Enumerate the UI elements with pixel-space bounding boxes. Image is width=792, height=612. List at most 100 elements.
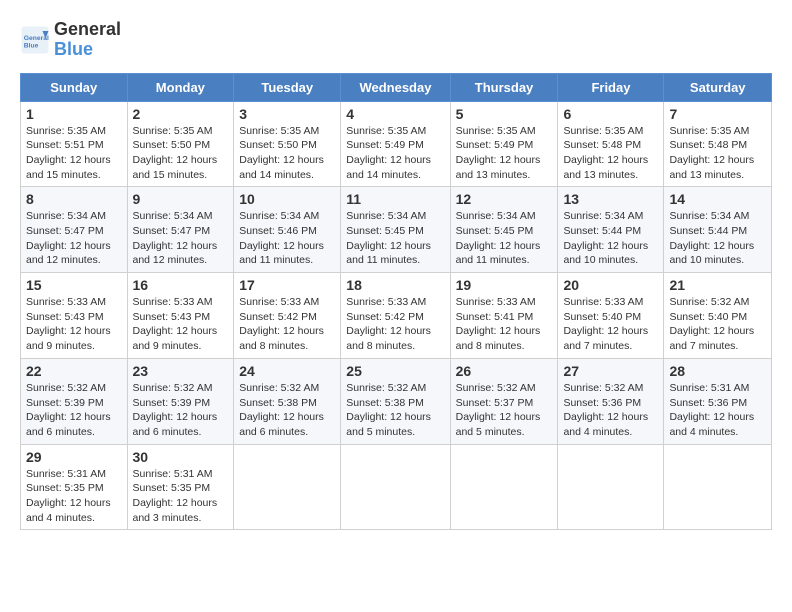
calendar-cell: 13 Sunrise: 5:34 AMSunset: 5:44 PMDayligh… (558, 187, 664, 273)
day-number: 25 (346, 363, 444, 379)
day-info: Sunrise: 5:31 AMSunset: 5:35 PMDaylight:… (133, 467, 229, 526)
day-number: 30 (133, 449, 229, 465)
day-info: Sunrise: 5:33 AMSunset: 5:42 PMDaylight:… (346, 295, 444, 354)
calendar-cell: 20 Sunrise: 5:33 AMSunset: 5:40 PMDayligh… (558, 273, 664, 359)
day-number: 2 (133, 106, 229, 122)
day-number: 21 (669, 277, 766, 293)
calendar-cell: 5 Sunrise: 5:35 AMSunset: 5:49 PMDaylight… (450, 101, 558, 187)
calendar-cell: 8 Sunrise: 5:34 AMSunset: 5:47 PMDaylight… (21, 187, 128, 273)
day-number: 13 (563, 191, 658, 207)
day-number: 15 (26, 277, 122, 293)
day-header-friday: Friday (558, 73, 664, 101)
day-info: Sunrise: 5:32 AMSunset: 5:37 PMDaylight:… (456, 381, 553, 440)
day-info: Sunrise: 5:35 AMSunset: 5:49 PMDaylight:… (456, 124, 553, 183)
day-info: Sunrise: 5:35 AMSunset: 5:50 PMDaylight:… (239, 124, 335, 183)
calendar-cell: 14Sunrise: 5:34 AMSunset: 5:44 PMDayligh… (664, 187, 772, 273)
day-info: Sunrise: 5:32 AMSunset: 5:39 PMDaylight:… (26, 381, 122, 440)
calendar-cell: 11Sunrise: 5:34 AMSunset: 5:45 PMDayligh… (341, 187, 450, 273)
day-info: Sunrise: 5:35 AMSunset: 5:49 PMDaylight:… (346, 124, 444, 183)
day-info: Sunrise: 5:32 AMSunset: 5:36 PMDaylight:… (563, 381, 658, 440)
day-number: 19 (456, 277, 553, 293)
day-info: Sunrise: 5:32 AMSunset: 5:40 PMDaylight:… (669, 295, 766, 354)
logo: General Blue General Blue (20, 20, 121, 60)
logo-text: General Blue (54, 20, 121, 60)
day-number: 8 (26, 191, 122, 207)
calendar-cell: 17 Sunrise: 5:33 AMSunset: 5:42 PMDayligh… (234, 273, 341, 359)
calendar-table: SundayMondayTuesdayWednesdayThursdayFrid… (20, 73, 772, 531)
day-number: 28 (669, 363, 766, 379)
calendar-cell: 2 Sunrise: 5:35 AMSunset: 5:50 PMDaylight… (127, 101, 234, 187)
calendar-cell: 4 Sunrise: 5:35 AMSunset: 5:49 PMDaylight… (341, 101, 450, 187)
day-header-saturday: Saturday (664, 73, 772, 101)
calendar-cell: 15 Sunrise: 5:33 AMSunset: 5:43 PMDayligh… (21, 273, 128, 359)
day-number: 23 (133, 363, 229, 379)
day-info: Sunrise: 5:35 AMSunset: 5:51 PMDaylight:… (26, 124, 122, 183)
day-header-monday: Monday (127, 73, 234, 101)
day-info: Sunrise: 5:35 AMSunset: 5:48 PMDaylight:… (669, 124, 766, 183)
calendar-cell (558, 444, 664, 530)
day-info: Sunrise: 5:34 AMSunset: 5:47 PMDaylight:… (133, 209, 229, 268)
day-info: Sunrise: 5:35 AMSunset: 5:50 PMDaylight:… (133, 124, 229, 183)
day-info: Sunrise: 5:33 AMSunset: 5:41 PMDaylight:… (456, 295, 553, 354)
day-info: Sunrise: 5:34 AMSunset: 5:44 PMDaylight:… (563, 209, 658, 268)
calendar-cell: 18 Sunrise: 5:33 AMSunset: 5:42 PMDayligh… (341, 273, 450, 359)
calendar-cell: 16 Sunrise: 5:33 AMSunset: 5:43 PMDayligh… (127, 273, 234, 359)
day-header-wednesday: Wednesday (341, 73, 450, 101)
day-number: 4 (346, 106, 444, 122)
calendar-cell: 9 Sunrise: 5:34 AMSunset: 5:47 PMDaylight… (127, 187, 234, 273)
day-info: Sunrise: 5:31 AMSunset: 5:35 PMDaylight:… (26, 467, 122, 526)
day-number: 22 (26, 363, 122, 379)
calendar-cell: 21 Sunrise: 5:32 AMSunset: 5:40 PMDayligh… (664, 273, 772, 359)
day-number: 26 (456, 363, 553, 379)
day-number: 17 (239, 277, 335, 293)
day-info: Sunrise: 5:33 AMSunset: 5:43 PMDaylight:… (26, 295, 122, 354)
calendar-cell (341, 444, 450, 530)
calendar-cell: 24 Sunrise: 5:32 AMSunset: 5:38 PMDayligh… (234, 358, 341, 444)
day-number: 29 (26, 449, 122, 465)
day-number: 10 (239, 191, 335, 207)
calendar-cell: 7 Sunrise: 5:35 AMSunset: 5:48 PMDaylight… (664, 101, 772, 187)
day-number: 5 (456, 106, 553, 122)
calendar-cell (450, 444, 558, 530)
calendar-cell: 25 Sunrise: 5:32 AMSunset: 5:38 PMDayligh… (341, 358, 450, 444)
calendar-cell: 23 Sunrise: 5:32 AMSunset: 5:39 PMDayligh… (127, 358, 234, 444)
day-number: 7 (669, 106, 766, 122)
day-info: Sunrise: 5:33 AMSunset: 5:40 PMDaylight:… (563, 295, 658, 354)
day-number: 20 (563, 277, 658, 293)
day-info: Sunrise: 5:31 AMSunset: 5:36 PMDaylight:… (669, 381, 766, 440)
calendar-cell: 1 Sunrise: 5:35 AMSunset: 5:51 PMDaylight… (21, 101, 128, 187)
calendar-cell: 19 Sunrise: 5:33 AMSunset: 5:41 PMDayligh… (450, 273, 558, 359)
day-info: Sunrise: 5:32 AMSunset: 5:38 PMDaylight:… (239, 381, 335, 440)
day-info: Sunrise: 5:33 AMSunset: 5:43 PMDaylight:… (133, 295, 229, 354)
day-info: Sunrise: 5:33 AMSunset: 5:42 PMDaylight:… (239, 295, 335, 354)
day-info: Sunrise: 5:34 AMSunset: 5:45 PMDaylight:… (346, 209, 444, 268)
calendar-cell: 3 Sunrise: 5:35 AMSunset: 5:50 PMDaylight… (234, 101, 341, 187)
day-number: 1 (26, 106, 122, 122)
calendar-cell: 28 Sunrise: 5:31 AMSunset: 5:36 PMDayligh… (664, 358, 772, 444)
calendar-cell: 10 Sunrise: 5:34 AMSunset: 5:46 PMDayligh… (234, 187, 341, 273)
general-blue-logo-icon: General Blue (20, 25, 50, 55)
day-number: 12 (456, 191, 553, 207)
calendar-cell: 27 Sunrise: 5:32 AMSunset: 5:36 PMDayligh… (558, 358, 664, 444)
day-info: Sunrise: 5:34 AMSunset: 5:46 PMDaylight:… (239, 209, 335, 268)
day-number: 16 (133, 277, 229, 293)
day-header-thursday: Thursday (450, 73, 558, 101)
day-info: Sunrise: 5:32 AMSunset: 5:39 PMDaylight:… (133, 381, 229, 440)
day-number: 18 (346, 277, 444, 293)
day-number: 9 (133, 191, 229, 207)
day-number: 3 (239, 106, 335, 122)
calendar-cell (664, 444, 772, 530)
svg-text:Blue: Blue (24, 42, 39, 49)
day-header-tuesday: Tuesday (234, 73, 341, 101)
calendar-cell: 22 Sunrise: 5:32 AMSunset: 5:39 PMDayligh… (21, 358, 128, 444)
day-number: 24 (239, 363, 335, 379)
day-info: Sunrise: 5:32 AMSunset: 5:38 PMDaylight:… (346, 381, 444, 440)
day-info: Sunrise: 5:34 AMSunset: 5:44 PMDaylight:… (669, 209, 766, 268)
day-info: Sunrise: 5:35 AMSunset: 5:48 PMDaylight:… (563, 124, 658, 183)
calendar-cell (234, 444, 341, 530)
day-info: Sunrise: 5:34 AMSunset: 5:47 PMDaylight:… (26, 209, 122, 268)
day-info: Sunrise: 5:34 AMSunset: 5:45 PMDaylight:… (456, 209, 553, 268)
day-number: 27 (563, 363, 658, 379)
calendar-cell: 29 Sunrise: 5:31 AMSunset: 5:35 PMDayligh… (21, 444, 128, 530)
day-number: 6 (563, 106, 658, 122)
